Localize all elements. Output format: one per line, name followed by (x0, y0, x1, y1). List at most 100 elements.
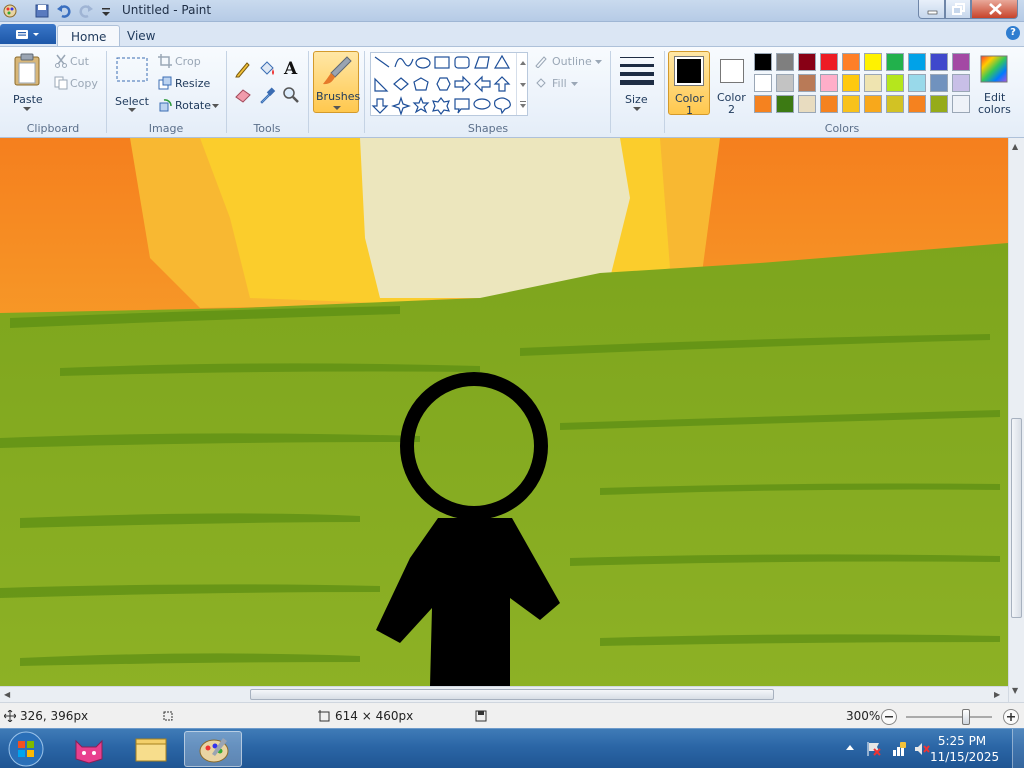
palette-swatch[interactable] (798, 95, 816, 113)
cut-label: Cut (70, 55, 89, 68)
cut-button[interactable]: Cut (52, 53, 102, 71)
palette-swatch[interactable] (886, 53, 904, 71)
palette-swatch[interactable] (864, 74, 882, 92)
horizontal-scrollbar[interactable]: ◀ ▶ (0, 686, 1008, 702)
sun (360, 138, 630, 298)
color1-button[interactable]: Color 1 (668, 51, 710, 117)
save-icon[interactable] (34, 3, 50, 19)
paste-button[interactable]: Paste (6, 51, 48, 115)
palette-swatch[interactable] (930, 53, 948, 71)
vertical-scrollbar[interactable]: ▲ ▼ (1008, 138, 1024, 702)
taskbar-paint[interactable] (184, 731, 242, 767)
tab-home[interactable]: Home (57, 25, 121, 46)
palette-swatch[interactable] (864, 53, 882, 71)
pencil-tool[interactable] (233, 59, 253, 79)
palette-swatch[interactable] (842, 95, 860, 113)
redo-icon[interactable] (78, 3, 94, 19)
minimize-button[interactable] (918, 0, 945, 19)
show-hidden-icons-icon[interactable] (845, 743, 855, 753)
volume-muted-icon[interactable] (914, 741, 930, 757)
customize-quick-access-icon[interactable] (98, 3, 114, 19)
palette-swatch[interactable] (820, 74, 838, 92)
palette-swatch[interactable] (886, 95, 904, 113)
palette-swatch[interactable] (842, 53, 860, 71)
palette-swatch[interactable] (754, 53, 772, 71)
zoom-slider-thumb[interactable] (962, 709, 970, 725)
palette-swatch[interactable] (798, 53, 816, 71)
scroll-left-icon[interactable]: ◀ (4, 690, 10, 699)
palette-swatch[interactable] (952, 74, 970, 92)
paint-menu-button[interactable] (0, 24, 56, 44)
shapes-gallery[interactable] (370, 52, 528, 116)
palette-swatch[interactable] (776, 74, 794, 92)
pentagon-shape-icon (413, 77, 429, 91)
start-button[interactable] (4, 729, 48, 768)
edit-colors-button[interactable]: Edit colors (976, 51, 1012, 116)
taskbar-clock[interactable]: 5:25 PM 11/15/2025 (930, 733, 999, 765)
paint-app-icon[interactable] (2, 3, 18, 19)
magnifier-tool[interactable] (281, 85, 301, 105)
palette-swatch[interactable] (930, 74, 948, 92)
palette-swatch[interactable] (754, 95, 772, 113)
palette-swatch[interactable] (820, 95, 838, 113)
colors-group-label: Colors (824, 122, 860, 135)
horizontal-scroll-thumb[interactable] (250, 689, 774, 700)
brushes-button[interactable]: Brushes (313, 51, 360, 113)
palette-swatch[interactable] (908, 74, 926, 92)
clipboard-group-label: Clipboard (26, 122, 80, 135)
restore-icon (952, 3, 965, 15)
select-button[interactable]: Select (112, 53, 152, 115)
palette-swatch[interactable] (842, 74, 860, 92)
pencil-icon (235, 62, 250, 78)
shapes-gallery-scroll[interactable] (516, 53, 528, 115)
action-center-flag-icon[interactable] (866, 741, 882, 757)
fill-button[interactable]: Fill (532, 75, 592, 93)
palette-swatch[interactable] (798, 74, 816, 92)
eraser-tool[interactable] (233, 85, 253, 105)
taskbar-file-explorer[interactable] (122, 731, 180, 767)
palette-swatch[interactable] (886, 74, 904, 92)
color2-button[interactable]: Color 2 (712, 51, 752, 116)
help-icon[interactable]: ? (1006, 26, 1020, 40)
drawing-canvas[interactable] (0, 138, 1008, 686)
palette-swatch[interactable] (908, 53, 926, 71)
palette-swatch[interactable] (952, 53, 970, 71)
close-button[interactable] (971, 0, 1018, 19)
palette-swatch[interactable] (776, 53, 794, 71)
zoom-slider[interactable] (906, 709, 992, 725)
color-picker-tool[interactable] (257, 85, 277, 105)
size-button[interactable]: Size (616, 51, 658, 113)
show-desktop-button[interactable] (1012, 729, 1024, 768)
palette-swatch[interactable] (776, 95, 794, 113)
network-icon[interactable] (891, 741, 907, 757)
scroll-up-icon[interactable]: ▲ (1012, 142, 1018, 151)
taskbar-app-cat[interactable] (60, 731, 118, 767)
separator (664, 51, 665, 133)
undo-icon[interactable] (56, 3, 72, 19)
palette-swatch[interactable] (754, 74, 772, 92)
palette-swatch[interactable] (864, 95, 882, 113)
zoom-out-button[interactable] (881, 709, 897, 725)
status-bar: 326, 396px 614 × 460px 300% (0, 702, 1024, 728)
palette-swatch[interactable] (908, 95, 926, 113)
text-tool[interactable]: A (281, 59, 301, 79)
palette-swatch[interactable] (952, 95, 970, 113)
palette-swatch[interactable] (820, 53, 838, 71)
fill-tool[interactable] (257, 59, 277, 79)
vertical-scroll-thumb[interactable] (1011, 418, 1022, 618)
paste-icon (14, 53, 40, 86)
copy-button[interactable]: Copy (52, 75, 102, 93)
image-size-icon (318, 710, 330, 722)
restore-button[interactable] (945, 0, 971, 19)
rotate-button[interactable]: Rotate (156, 97, 222, 115)
palette-swatch[interactable] (930, 95, 948, 113)
scroll-right-icon[interactable]: ▶ (994, 690, 1000, 699)
resize-button[interactable]: Resize (156, 75, 216, 93)
crop-button[interactable]: Crop (156, 53, 212, 71)
tab-view[interactable]: View (114, 25, 168, 46)
scroll-down-icon[interactable]: ▼ (1012, 686, 1018, 695)
outline-button[interactable]: Outline (532, 53, 604, 71)
edit-colors-label-line2: colors (978, 103, 1011, 116)
zoom-in-button[interactable] (1003, 709, 1019, 725)
plus-icon (1007, 713, 1015, 721)
